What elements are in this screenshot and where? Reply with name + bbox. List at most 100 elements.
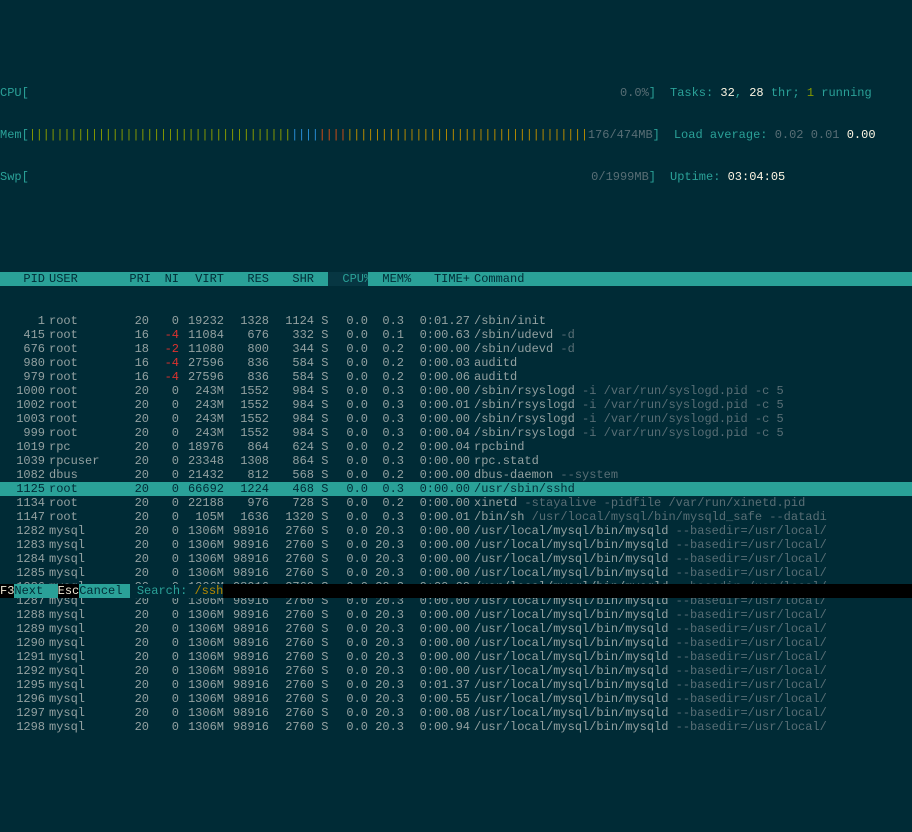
cell-mem: 0.3 [368,482,404,496]
cell-cpu: 0.0 [328,426,368,440]
process-header[interactable]: PIDUSER PRI NI VIRT RES SHR S CPU% MEM% … [0,272,912,286]
cell-shr: 2760 [269,524,314,538]
process-row[interactable]: 1082dbus20021432812568 S0.00.20:00.00dbu… [0,468,912,482]
cell-pri: 20 [115,314,149,328]
meters-panel: CPU[0.0%] Tasks: 32, 28 thr; 1 running M… [0,56,912,202]
process-row[interactable]: 1root2001923213281124 S0.00.30:01.27/sbi… [0,314,912,328]
process-row[interactable]: 1297mysql2001306M989162760 S0.020.30:00.… [0,706,912,720]
search-input[interactable]: /ssh [194,584,223,598]
cell-pid: 980 [0,356,45,370]
cell-res: 98916 [224,664,269,678]
header-pri[interactable]: PRI [115,272,149,286]
cell-pid: 1297 [0,706,45,720]
cell-virt: 1306M [179,552,224,566]
cell-res: 1308 [224,454,269,468]
process-row[interactable]: 676root18-211080800344 S0.00.20:00.00/sb… [0,342,912,356]
process-row[interactable]: 1291mysql2001306M989162760 S0.020.30:00.… [0,650,912,664]
process-table[interactable]: 1root2001923213281124 S0.00.30:01.27/sbi… [0,314,912,734]
cell-command: /usr/local/mysql/bin/mysqld --basedir=/u… [470,622,912,636]
cell-state: S [314,664,328,678]
cell-virt: 1306M [179,706,224,720]
header-shr[interactable]: SHR [269,272,314,286]
uptime-line: Uptime: 03:04:05 [656,170,912,184]
process-row[interactable]: 1282mysql2001306M989162760 S0.020.30:00.… [0,524,912,538]
process-row[interactable]: 1039rpcuser200233481308864 S0.00.30:00.0… [0,454,912,468]
f3-key[interactable]: F3 [0,584,14,598]
process-row[interactable]: 1288mysql2001306M989162760 S0.020.30:00.… [0,608,912,622]
cell-mem: 0.2 [368,356,404,370]
cell-command: rpcbind [470,440,912,454]
cell-cpu: 0.0 [328,692,368,706]
cell-user: root [45,314,115,328]
process-row[interactable]: 999root200243M1552984 S0.00.30:00.04/sbi… [0,426,912,440]
process-row[interactable]: 1283mysql2001306M989162760 S0.020.30:00.… [0,538,912,552]
header-mem[interactable]: MEM% [368,272,404,286]
process-row[interactable]: 1285mysql2001306M989162760 S0.020.30:00.… [0,566,912,580]
cell-mem: 20.3 [368,706,404,720]
process-row[interactable]: 1284mysql2001306M989162760 S0.020.30:00.… [0,552,912,566]
process-row[interactable]: 1298mysql2001306M989162760 S0.020.30:00.… [0,720,912,734]
cell-command: /sbin/rsyslogd -i /var/run/syslogd.pid -… [470,398,912,412]
cell-mem: 20.3 [368,636,404,650]
cell-pid: 1125 [0,482,45,496]
cell-cpu: 0.0 [328,510,368,524]
cell-mem: 0.3 [368,454,404,468]
cell-user: root [45,412,115,426]
header-s[interactable]: S [314,272,328,286]
cell-shr: 2760 [269,692,314,706]
process-row[interactable]: 1147root200105M16361320 S0.00.30:00.01/b… [0,510,912,524]
process-row[interactable]: 1295mysql2001306M989162760 S0.020.30:01.… [0,678,912,692]
footer-bar[interactable]: F3Next EscCancel Search: /ssh [0,584,912,598]
process-row[interactable]: 1003root200243M1552984 S0.00.30:00.00/sb… [0,412,912,426]
process-row[interactable]: 1290mysql2001306M989162760 S0.020.30:00.… [0,636,912,650]
cell-user: mysql [45,678,115,692]
process-row[interactable]: 1019rpc20018976864624 S0.00.20:00.04rpcb… [0,440,912,454]
process-row[interactable]: 1134root20022188976728 S0.00.20:00.00xin… [0,496,912,510]
cell-cpu: 0.0 [328,314,368,328]
cell-virt: 105M [179,510,224,524]
esc-key[interactable]: Esc [58,584,80,598]
process-row[interactable]: 1002root200243M1552984 S0.00.30:00.01/sb… [0,398,912,412]
cell-time: 0:00.03 [404,356,470,370]
cell-ni: 0 [149,482,179,496]
header-virt[interactable]: VIRT [179,272,224,286]
cell-res: 98916 [224,538,269,552]
cell-user: mysql [45,706,115,720]
cell-shr: 2760 [269,608,314,622]
cell-command: /usr/sbin/sshd [470,482,912,496]
cell-user: rpcuser [45,454,115,468]
header-cpu[interactable]: CPU% [328,272,368,286]
process-row[interactable]: 1125root200666921224468 S0.00.30:00.00/u… [0,482,912,496]
cell-ni: -4 [149,370,179,384]
cpu-label: CPU [0,86,22,100]
cell-state: S [314,426,328,440]
cell-res: 864 [224,440,269,454]
header-time[interactable]: TIME+ [404,272,470,286]
header-res[interactable]: RES [224,272,269,286]
cell-res: 812 [224,468,269,482]
cell-mem: 20.3 [368,720,404,734]
header-command[interactable]: Command [470,272,912,286]
process-row[interactable]: 1000root200243M1552984 S0.00.30:00.00/sb… [0,384,912,398]
header-user[interactable]: USER [45,272,115,286]
cell-pid: 1292 [0,664,45,678]
cell-pid: 1284 [0,552,45,566]
cell-user: root [45,328,115,342]
process-row[interactable]: 1296mysql2001306M989162760 S0.020.30:00.… [0,692,912,706]
process-row[interactable]: 1292mysql2001306M989162760 S0.020.30:00.… [0,664,912,678]
cell-command: /usr/local/mysql/bin/mysqld --basedir=/u… [470,706,912,720]
cell-cpu: 0.0 [328,468,368,482]
header-ni[interactable]: NI [149,272,179,286]
cell-user: root [45,370,115,384]
process-row[interactable]: 979root16-427596836584 S0.00.20:00.06aud… [0,370,912,384]
process-row[interactable]: 1289mysql2001306M989162760 S0.020.30:00.… [0,622,912,636]
process-row[interactable]: 980root16-427596836584 S0.00.20:00.03aud… [0,356,912,370]
cell-state: S [314,566,328,580]
header-pid[interactable]: PID [0,272,45,286]
cell-time: 0:00.00 [404,468,470,482]
process-row[interactable]: 415root16-411084676332 S0.00.10:00.63/sb… [0,328,912,342]
cell-pid: 1147 [0,510,45,524]
cell-pid: 1291 [0,650,45,664]
cell-cpu: 0.0 [328,482,368,496]
cell-state: S [314,384,328,398]
